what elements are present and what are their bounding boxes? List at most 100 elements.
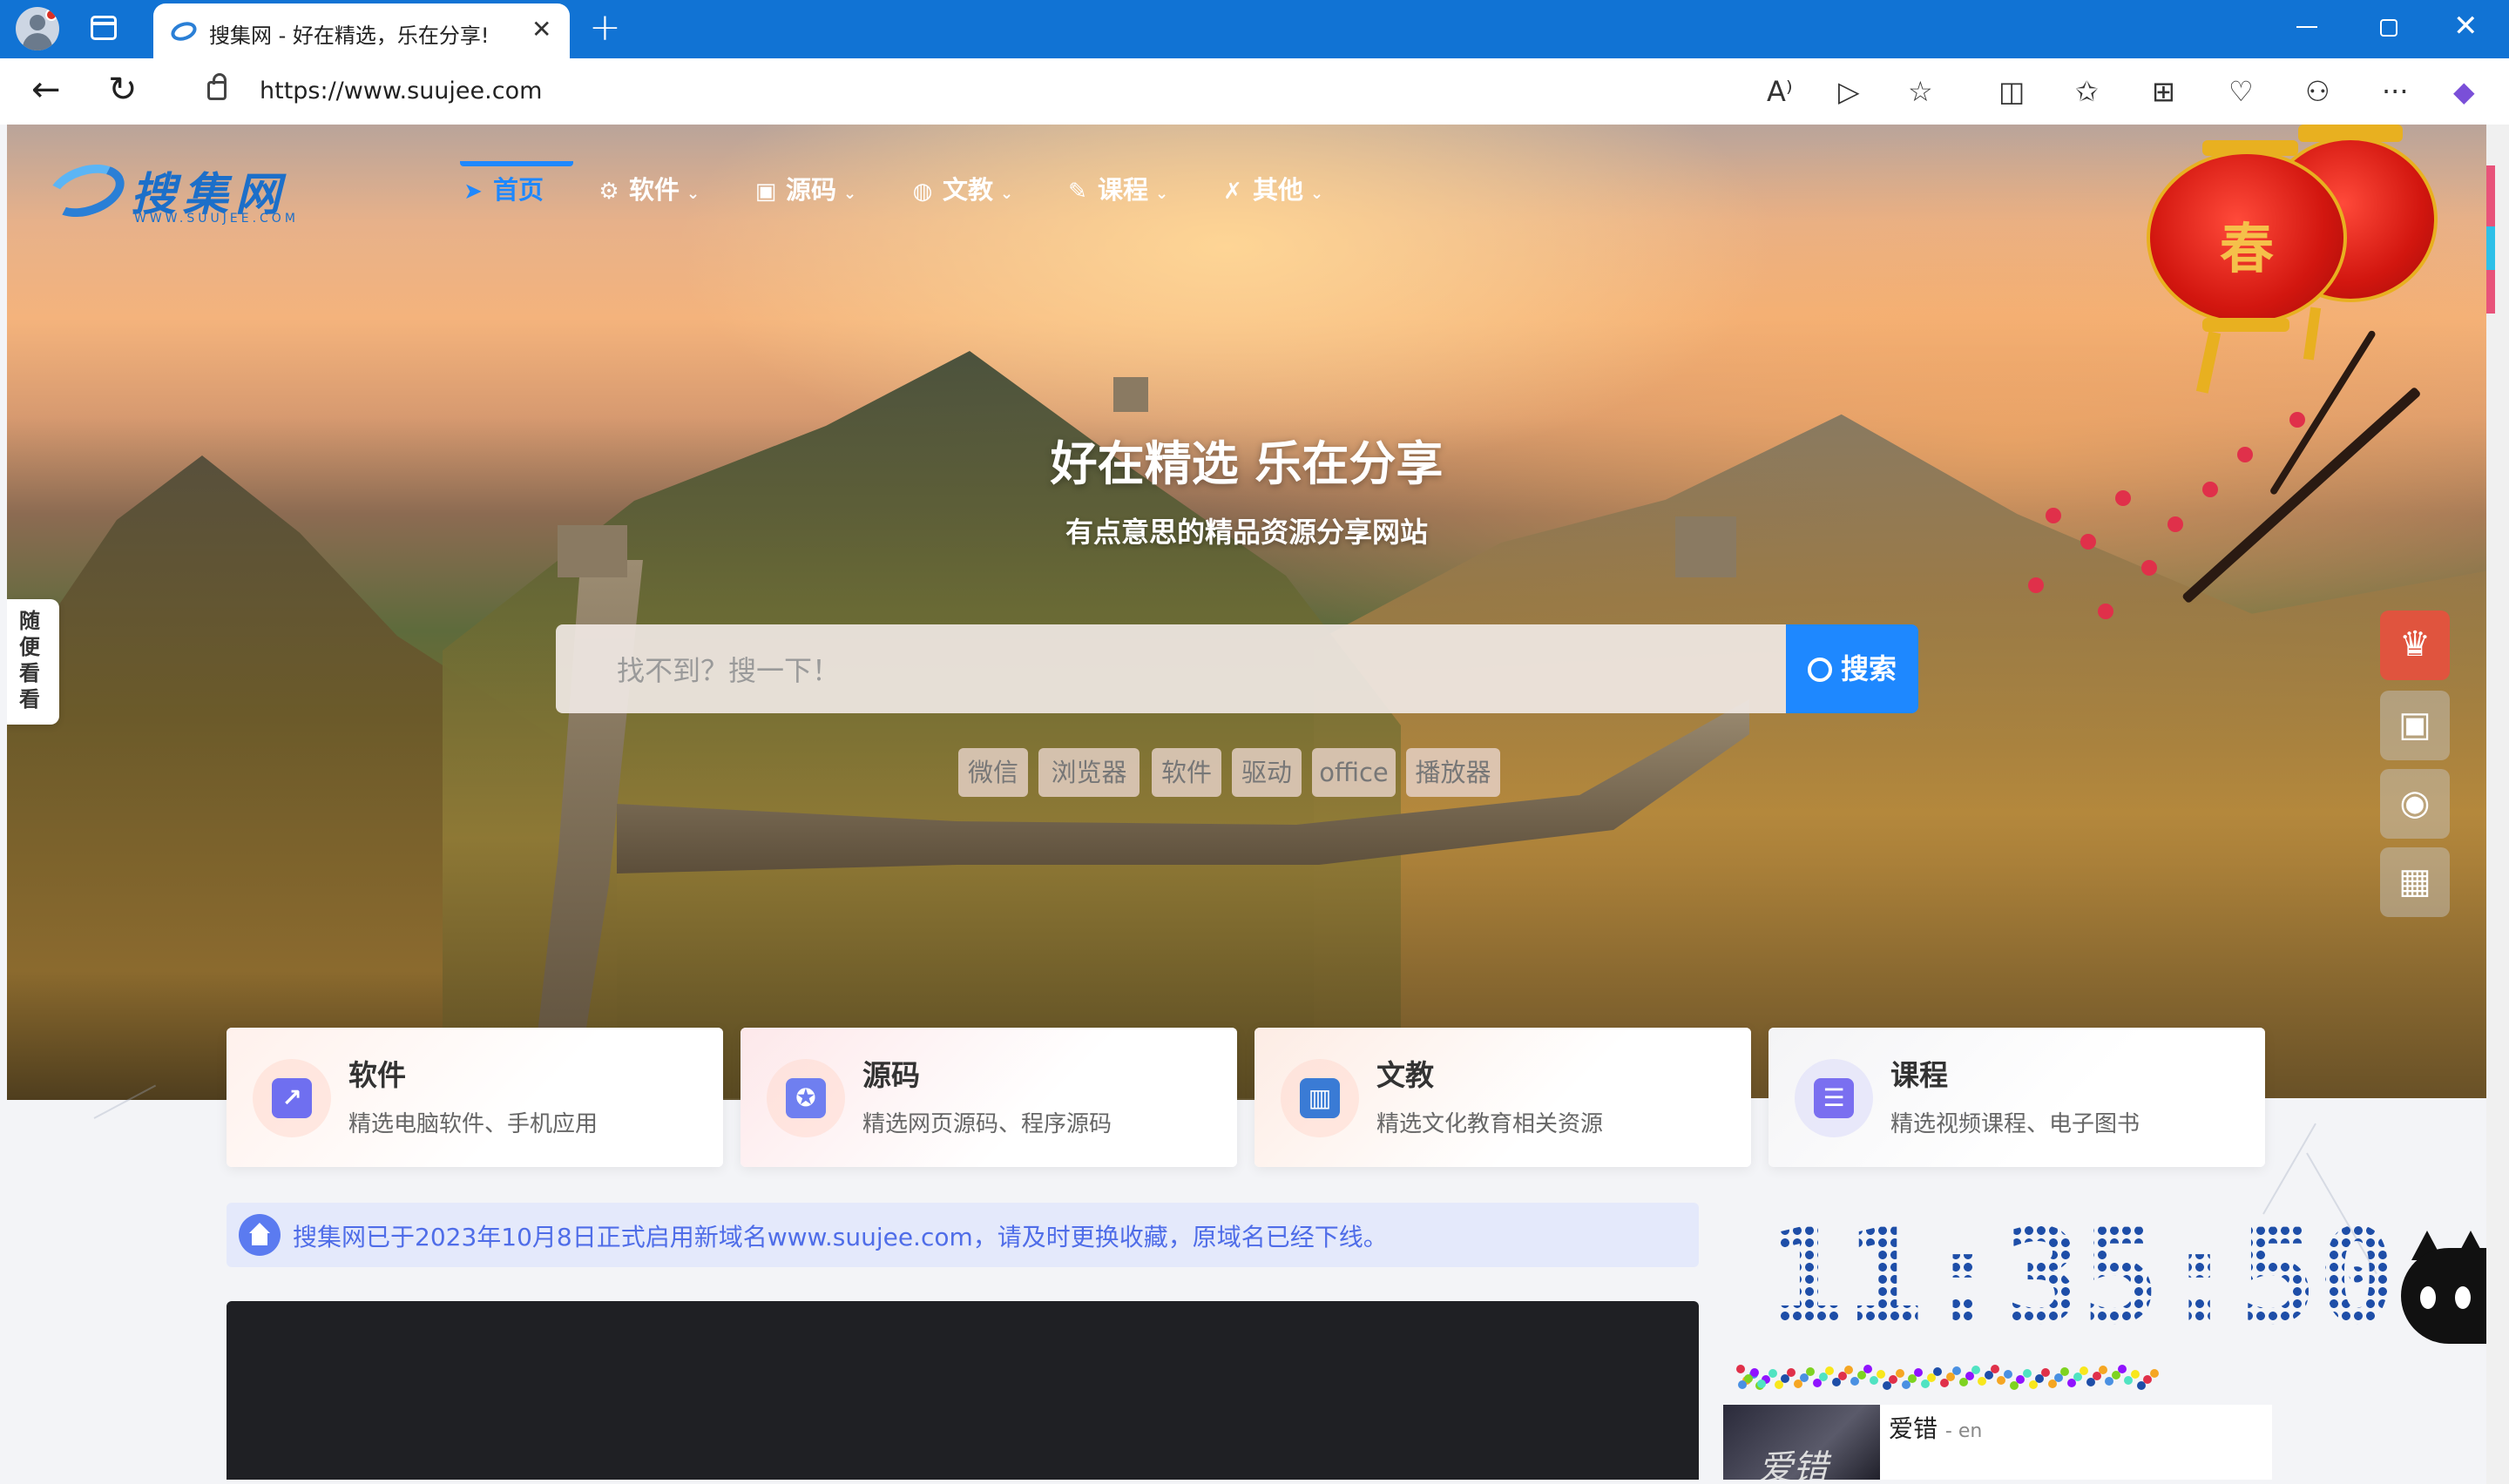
- chevron-down-icon: ⌄: [843, 185, 857, 203]
- random-browse-tab[interactable]: 随便看看: [7, 599, 59, 725]
- favorites-icon[interactable]: ✩: [2075, 76, 2099, 107]
- tag-wechat[interactable]: 微信: [958, 748, 1028, 797]
- qr-code-button[interactable]: ▦: [2380, 847, 2450, 917]
- browser-essentials-icon[interactable]: ♡: [2228, 76, 2254, 107]
- workspaces-icon[interactable]: [91, 16, 117, 40]
- nav-item-source-code[interactable]: ▣ 源码 ⌄: [753, 168, 856, 212]
- open-book-icon: ▥: [1300, 1078, 1340, 1118]
- plum-blossom: [2028, 577, 2044, 593]
- back-button[interactable]: ←: [31, 71, 61, 109]
- close-window-button[interactable]: ✕: [2453, 9, 2479, 44]
- plum-blossom: [2141, 560, 2157, 576]
- card-source-code[interactable]: ✪ 源码 精选网页源码、程序源码: [741, 1028, 1237, 1167]
- site-favicon-icon: [171, 22, 197, 41]
- hero-subtitle: 有点意思的精品资源分享网站: [1065, 516, 1428, 549]
- tab-close-icon[interactable]: ✕: [531, 16, 551, 44]
- compass-icon: ◍: [912, 179, 933, 205]
- android-app-button[interactable]: ▣: [2380, 691, 2450, 760]
- card-education[interactable]: ▥ 文教 精选文化教育相关资源: [1254, 1028, 1751, 1167]
- read-aloud-icon[interactable]: A⁾: [1767, 76, 1793, 107]
- new-tab-button[interactable]: +: [589, 5, 621, 51]
- notice-text[interactable]: 搜集网已于2023年10月8日正式启用新域名www.suujee.com，请及时…: [293, 1218, 1388, 1253]
- tab-title: 搜集网 - 好在精选，乐在分享!: [209, 24, 490, 48]
- gears-icon: ⚙: [599, 179, 619, 205]
- browser-tab-bar: 搜集网 - 好在精选，乐在分享! ✕ + ✕: [0, 0, 2509, 58]
- nav-item-courses[interactable]: ✎ 课程 ⌄: [1065, 168, 1168, 212]
- card-title: 软件: [348, 1058, 406, 1092]
- cat-body: [2401, 1248, 2486, 1344]
- nav-item-education[interactable]: ◍ 文教 ⌄: [910, 168, 1013, 212]
- music-player[interactable]: 爱错 爱错 - en: [1723, 1405, 2272, 1480]
- minimize-button[interactable]: [2296, 26, 2317, 28]
- edge-accent: [2486, 270, 2495, 314]
- search-button[interactable]: 搜索: [1786, 624, 1918, 713]
- song-title: 爱错 - en: [1889, 1410, 1982, 1445]
- logo-subtext: WWW.SUUJEE.COM: [134, 212, 299, 226]
- chevron-down-icon: ⌄: [686, 185, 700, 203]
- hero-title: 好在精选 乐在分享: [1050, 436, 1444, 491]
- card-title: 源码: [862, 1058, 920, 1092]
- confetti-dot: [2003, 1370, 2012, 1379]
- more-menu-icon[interactable]: ···: [2382, 76, 2409, 107]
- tag-player[interactable]: 播放器: [1406, 748, 1500, 797]
- tools-icon: ✗: [1223, 179, 1242, 205]
- extensions-icon[interactable]: ⚇: [2305, 76, 2330, 107]
- tag-browser[interactable]: 浏览器: [1038, 748, 1140, 797]
- crown-icon: ♛: [2399, 624, 2431, 664]
- active-tab[interactable]: 搜集网 - 好在精选，乐在分享! ✕: [153, 3, 570, 58]
- video-player[interactable]: [227, 1301, 1699, 1480]
- active-nav-indicator: [460, 161, 573, 166]
- search-input[interactable]: 找不到？搜一下！: [556, 624, 1786, 713]
- card-description: 精选文化教育相关资源: [1376, 1111, 1604, 1137]
- lantern-tassel: [2195, 331, 2222, 394]
- card-software[interactable]: ↗ 软件 精选电脑软件、手机应用: [227, 1028, 723, 1167]
- profile-avatar[interactable]: [16, 7, 59, 51]
- confetti-dot: [1736, 1365, 1745, 1373]
- nav-item-other[interactable]: ✗ 其他 ⌄: [1220, 168, 1323, 212]
- random-browse-label: 随便看看: [19, 609, 40, 712]
- site-logo[interactable]: 搜集网 WWW.SUUJEE.COM: [41, 151, 335, 229]
- page-scrollbar[interactable]: [2486, 125, 2509, 1484]
- album-cover: 爱错: [1723, 1405, 1880, 1480]
- card-courses[interactable]: ☰ 课程 精选视频课程、电子图书: [1768, 1028, 2265, 1167]
- nav-item-home[interactable]: ➤ 首页: [460, 168, 544, 212]
- address-bar[interactable]: https://www.suujee.com: [172, 67, 2000, 116]
- confetti-dot: [1991, 1365, 1999, 1373]
- copilot-icon[interactable]: ◆: [2453, 76, 2475, 107]
- qr-code-icon: ▦: [2398, 861, 2431, 901]
- tag-software[interactable]: 软件: [1152, 748, 1221, 797]
- watchtower: [1113, 377, 1148, 412]
- url-text[interactable]: https://www.suujee.com: [260, 78, 542, 105]
- confetti-dot: [2149, 1369, 2159, 1378]
- dot-matrix-clock: 11:35:50: [1767, 1212, 2396, 1352]
- cat-mascot[interactable]: [2401, 1213, 2486, 1344]
- search-icon: [1807, 658, 1832, 682]
- tag-driver[interactable]: 驱动: [1232, 748, 1302, 797]
- qq-button[interactable]: ◉: [2380, 769, 2450, 839]
- hero-banner: 春 搜集网 WWW.SUUJEE.COM ➤ 首页 ⚙ 软件 ⌄ ▣ 源码 ⌄ …: [7, 125, 2486, 1100]
- immersive-reader-icon[interactable]: ▷: [1838, 76, 1860, 107]
- confetti-dot: [1844, 1366, 1854, 1374]
- reload-button[interactable]: ↻: [108, 71, 138, 109]
- lock-icon[interactable]: [207, 73, 227, 100]
- qq-penguin-icon: ◉: [2399, 783, 2431, 823]
- tag-office[interactable]: office: [1312, 748, 1396, 797]
- edge-accent: [2486, 165, 2495, 226]
- chevron-down-icon: ⌄: [1155, 185, 1169, 203]
- decor-line: [2262, 1123, 2316, 1215]
- confetti-dot: [2118, 1365, 2127, 1373]
- monitor-chart-icon: ↗: [272, 1078, 312, 1118]
- search-button-label: 搜索: [1840, 652, 1897, 685]
- restore-button[interactable]: [2380, 19, 2397, 37]
- favorite-star-icon[interactable]: ☆: [1908, 76, 1933, 107]
- confetti-dot: [1933, 1367, 1943, 1376]
- vip-button[interactable]: ♛: [2380, 610, 2450, 680]
- nav-label: 文教: [943, 175, 994, 205]
- confetti-dot: [2060, 1367, 2070, 1376]
- confetti-dot: [1971, 1366, 1981, 1374]
- confetti-dot: [1750, 1368, 1760, 1377]
- split-screen-icon[interactable]: ◫: [1998, 76, 2025, 107]
- collections-icon[interactable]: ⊞: [2152, 76, 2175, 107]
- award-badge-icon: ✪: [786, 1078, 826, 1118]
- nav-item-software[interactable]: ⚙ 软件 ⌄: [596, 168, 700, 212]
